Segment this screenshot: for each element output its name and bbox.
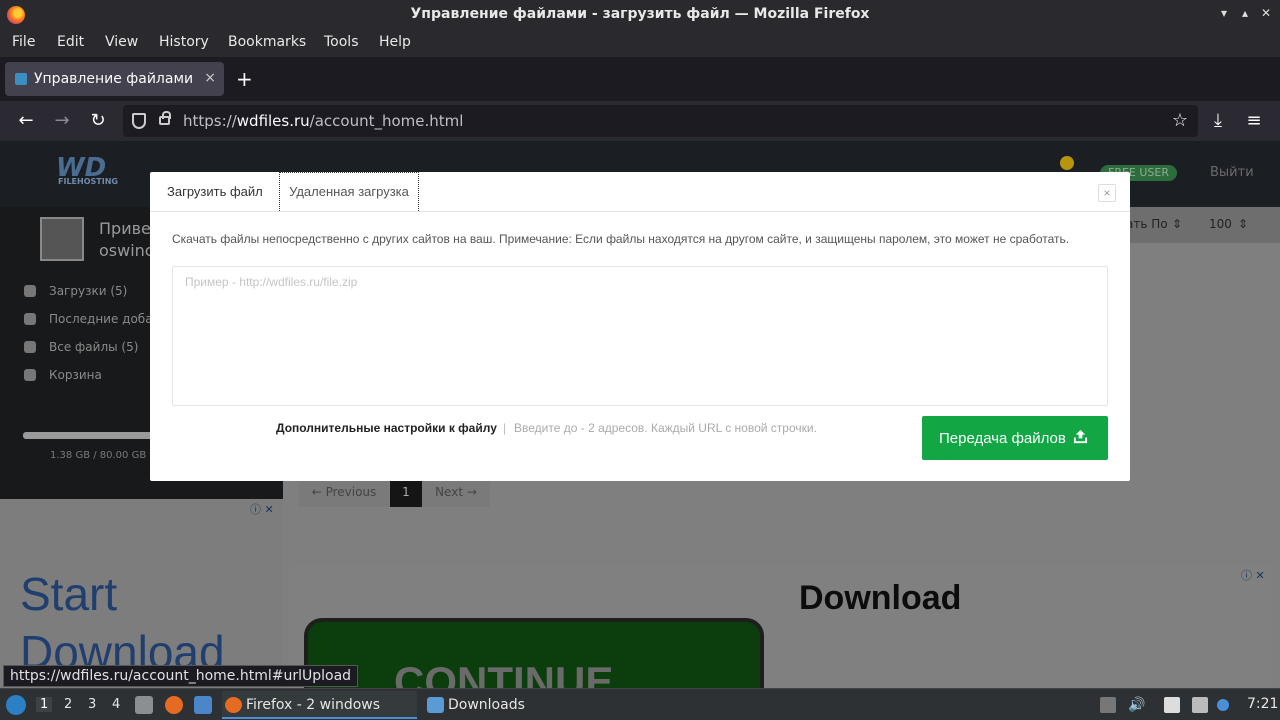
menu-bar: File Edit View History Bookmarks Tools H… [0,30,1280,57]
start-menu-icon[interactable] [6,695,26,715]
tab-close-icon[interactable]: × [204,70,216,86]
folder-icon [24,341,36,353]
coin-icon [1060,156,1074,170]
desktop-launcher-icon[interactable] [194,696,212,714]
menu-history[interactable]: History [159,34,209,50]
remote-upload-modal: Загрузить файл Удаленная загрузка × Скач… [150,172,1130,481]
trash-icon [24,369,36,381]
workspace-1[interactable]: 1 [36,697,53,712]
display-tray-icon[interactable] [1192,697,1208,713]
browser-tab-active[interactable]: Управление файлами - × [5,62,224,96]
sidebar-item-all-files[interactable]: Все файлы (5) [49,340,138,354]
workspace-4[interactable]: 4 [112,697,120,712]
clipboard-tray-icon[interactable] [1164,697,1180,713]
per-page-chevron-icon[interactable]: ⇕ [1238,217,1248,231]
pager-prev[interactable]: ← Previous [299,477,389,507]
taskbar: 1 2 3 4 Firefox - 2 windows Downloads 🔊 … [0,688,1280,720]
downloads-icon[interactable]: ⤓ [1207,110,1229,131]
app-menu-icon[interactable]: ≡ [1243,110,1265,131]
clock-icon [24,313,36,325]
transfer-files-button[interactable]: Передача файлов [922,416,1108,460]
tab-upload-file[interactable]: Загрузить файл [167,184,263,199]
firefox-icon [225,697,242,713]
per-page-select[interactable]: 100 [1209,217,1232,231]
file-manager-launcher-icon[interactable] [135,696,153,714]
modal-tabs: Загрузить файл Удаленная загрузка × [150,172,1130,212]
firefox-launcher-icon[interactable] [165,696,183,714]
back-icon[interactable]: ← [15,110,37,131]
transfer-files-label: Передача файлов [939,429,1066,447]
window-titlebar: Управление файлами - загрузить файл — Mo… [0,0,1280,30]
options-separator: | [503,421,507,435]
sidebar-item-recent[interactable]: Последние добав [49,312,160,326]
tab-label: Управление файлами - [34,71,194,87]
tab-remote-upload[interactable]: Удаленная загрузка [279,172,419,211]
advertisement-left[interactable]: ⓘ ✕ Start Download [0,499,283,688]
task-downloads[interactable]: Downloads [424,691,614,719]
cloud-upload-icon [24,285,36,297]
navigation-bar: ← → ↻ https://wdfiles.ru/account_home.ht… [0,101,1280,141]
pager-next[interactable]: Next → [422,477,490,507]
volume-icon[interactable]: 🔊 [1128,697,1145,713]
close-window-icon[interactable]: ✕ [1259,6,1273,22]
new-tab-icon[interactable]: + [236,67,253,91]
sort-label[interactable]: ать По [1126,217,1168,231]
ad-left-line1: Start [20,568,118,620]
task-firefox[interactable]: Firefox - 2 windows [222,691,417,719]
avatar [40,217,84,261]
username: oswinc [99,241,154,260]
bookmark-star-icon[interactable]: ☆ [1172,110,1188,131]
folder-icon [427,697,444,713]
url-bar[interactable]: https://wdfiles.ru/account_home.html ☆ [123,105,1198,137]
advertisement-right[interactable]: ⓘ ✕ Download CONTINUE [289,565,1272,688]
pager-current[interactable]: 1 [390,477,422,507]
upload-icon [1073,429,1088,444]
menu-help[interactable]: Help [379,34,411,50]
file-options-link[interactable]: Дополнительные настройки к файлу [276,421,497,435]
site-favicon-icon [15,73,27,85]
ad-info-icon[interactable]: ⓘ ✕ [1241,567,1265,583]
url-limit-hint: Введите до - 2 адресов. Каждый URL с нов… [514,421,817,435]
minimize-icon[interactable]: ▾ [1217,6,1231,22]
menu-file[interactable]: File [12,34,35,50]
site-logo-subtitle: FILEHOSTING [58,177,118,186]
menu-view[interactable]: View [105,34,138,50]
url-text[interactable]: https://wdfiles.ru/account_home.html [183,112,463,130]
menu-tools[interactable]: Tools [324,34,359,50]
window-title: Управление файлами - загрузить файл — Mo… [410,6,870,22]
modal-close-button[interactable]: × [1098,184,1116,202]
sort-chevron-icon[interactable]: ⇕ [1172,217,1182,231]
eject-tray-icon[interactable] [1100,697,1116,713]
workspace-3[interactable]: 3 [88,697,96,712]
tracking-shield-icon[interactable] [132,113,146,129]
maximize-icon[interactable]: ▴ [1238,6,1252,22]
ad-info-icon[interactable]: ⓘ ✕ [250,501,274,517]
storage-usage-text: 1.38 GB / 80.00 GB [50,450,147,461]
remote-upload-description: Скачать файлы непосредственно с других с… [172,232,1070,246]
menu-bookmarks[interactable]: Bookmarks [228,34,306,50]
forward-icon[interactable]: → [51,110,73,131]
ad-right-title: Download [799,579,962,617]
sidebar-item-trash[interactable]: Корзина [49,368,102,382]
sidebar-item-uploads[interactable]: Загрузки (5) [49,284,127,298]
status-link-url: https://wdfiles.ru/account_home.html#url… [3,665,359,687]
clock: 7:21 [1247,696,1279,712]
reload-icon[interactable]: ↻ [87,110,109,131]
url-list-input[interactable] [172,266,1108,406]
ad-continue-button[interactable]: CONTINUE [304,618,764,688]
info-tray-icon[interactable] [1217,699,1229,711]
logout-link[interactable]: Выйти [1210,165,1254,180]
sort-controls: ать По ⇕ 100 ⇕ [1120,207,1280,243]
workspace-2[interactable]: 2 [64,697,72,712]
tab-strip: Управление файлами - × + [0,57,1280,101]
lock-icon[interactable] [159,111,171,125]
menu-edit[interactable]: Edit [57,34,84,50]
storage-usage-bar [23,432,163,439]
